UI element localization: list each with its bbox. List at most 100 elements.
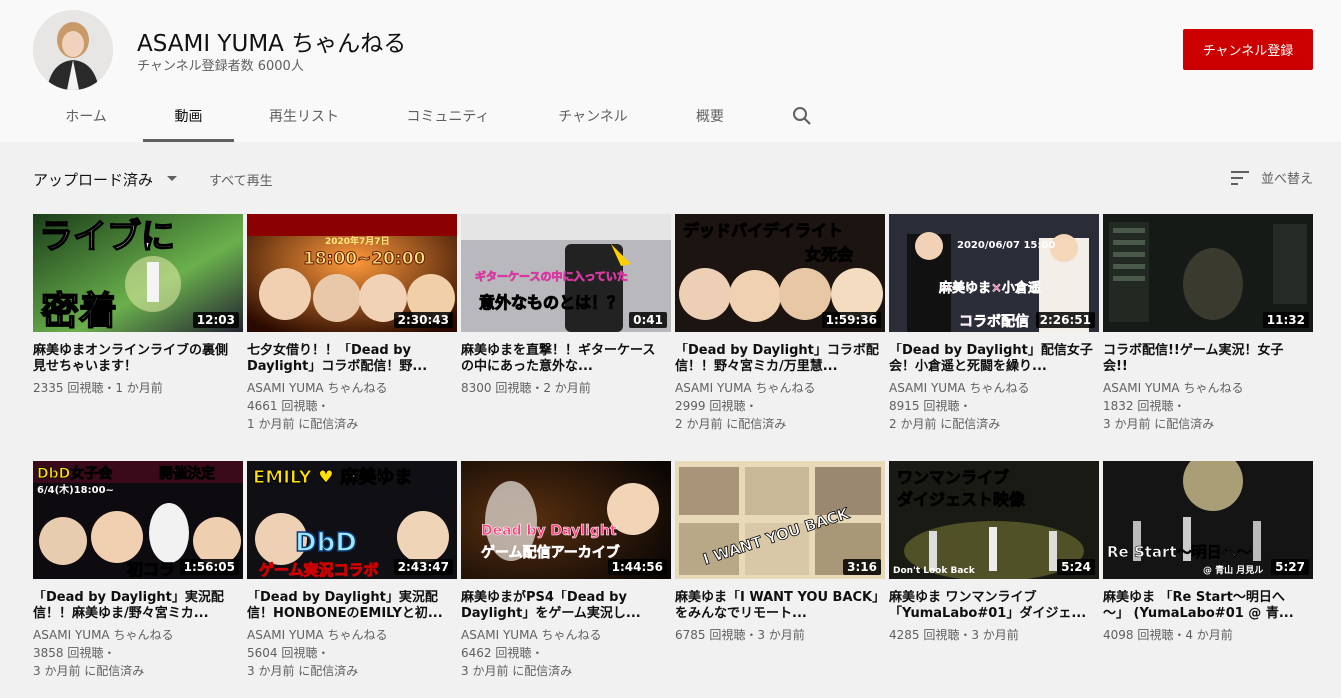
video-streamed: 3 か月前 に配信済み (247, 664, 359, 678)
video-streamed: 1 か月前 に配信済み (247, 417, 359, 431)
thumb-caption: ギターケースの中に入っていた (475, 269, 628, 283)
thumb-caption: 2020年7月7日 (325, 235, 390, 247)
video-streamed: 3 か月前 に配信済み (461, 664, 573, 678)
video-card[interactable]: ワンマンライブ ダイジェスト映像 Don't Look Back 5:24 麻美… (889, 461, 1099, 644)
video-card[interactable]: ギターケースの中に入っていた 意外なものとは！？ 0:41 麻美ゆまを直撃！！ギ… (461, 214, 671, 397)
video-card[interactable]: DbD女子会 開催決定 6/4(木)18:00~ 初コラ 1:56:05 「De… (33, 461, 243, 680)
thumb-caption: @ 青山 月見ル (1203, 564, 1263, 576)
thumb-caption: DbD女子会 (37, 465, 113, 482)
video-duration: 5:24 (1057, 559, 1095, 575)
video-title[interactable]: 麻美ゆま「I WANT YOU BACK」をみんなでリモート... (675, 590, 880, 622)
sort-button[interactable]: 並べ替え (1261, 168, 1313, 187)
video-title[interactable]: 麻美ゆま 「Re Start～明日へ～」 (YumaLabo#01 @ 青... (1103, 590, 1308, 622)
video-thumbnail[interactable]: Re Start～明日へ～ @ 青山 月見ル 5:27 (1103, 461, 1313, 579)
video-title[interactable]: 麻美ゆまがPS4「Dead by Daylight」をゲーム実況し... (461, 590, 666, 622)
video-card[interactable]: Re Start～明日へ～ @ 青山 月見ル 5:27 麻美ゆま 「Re Sta… (1103, 461, 1313, 644)
video-thumbnail[interactable]: ギターケースの中に入っていた 意外なものとは！？ 0:41 (461, 214, 671, 332)
channel-tabs: ホーム 動画 再生リスト コミュニティ チャンネル 概要 (0, 98, 900, 142)
thumb-caption: 初コラ (127, 560, 175, 579)
video-duration: 11:32 (1262, 312, 1309, 328)
thumb-caption: ゲーム実況コラボ (259, 561, 379, 579)
video-duration: 12:03 (192, 312, 239, 328)
video-title[interactable]: コラボ配信!!ゲーム実況！女子会!! (1103, 343, 1308, 375)
video-title[interactable]: 麻美ゆまを直撃！！ギターケースの中にあった意外な... (461, 343, 666, 375)
video-channel[interactable]: ASAMI YUMA ちゃんねる (247, 626, 457, 644)
video-channel[interactable]: ASAMI YUMA ちゃんねる (33, 626, 243, 644)
video-duration: 2:43:47 (393, 559, 453, 575)
video-title[interactable]: 「Dead by Daylight」実況配信！HONBONEのEMILYと初..… (247, 590, 452, 622)
search-icon[interactable] (792, 106, 812, 126)
video-card[interactable]: 2020年7月7日 18:00~20:00 2:30:43 七夕女借り！！「De… (247, 214, 457, 433)
video-duration: 0:41 (629, 312, 667, 328)
video-duration: 1:59:36 (821, 312, 881, 328)
video-thumbnail[interactable]: 11:32 (1103, 214, 1313, 332)
video-meta: 2335 回視聴・1 か月前 (33, 381, 163, 395)
thumb-caption: 2020/06/07 15:00 (957, 240, 1055, 251)
tab-playlists[interactable]: 再生リスト (252, 98, 356, 140)
video-streamed: 3 か月前 に配信済み (33, 664, 145, 678)
video-title[interactable]: 麻美ゆま ワンマンライブ「YumaLabo#01」ダイジェ... (889, 590, 1094, 622)
video-thumbnail[interactable]: Dead by Daylight ゲーム配信アーカイブ 1:44:56 (461, 461, 671, 579)
video-meta: 6785 回視聴・3 か月前 (675, 628, 805, 642)
video-channel[interactable]: ASAMI YUMA ちゃんねる (1103, 379, 1313, 397)
video-views: 5604 回視聴・ (247, 646, 330, 660)
subscribe-button[interactable]: チャンネル登録 (1183, 29, 1313, 70)
thumb-caption: 密着 (41, 289, 117, 332)
thumb-caption: 6/4(木)18:00~ (37, 483, 114, 496)
video-channel[interactable]: ASAMI YUMA ちゃんねる (675, 379, 885, 397)
video-duration: 1:56:05 (179, 559, 239, 575)
video-views: 3858 回視聴・ (33, 646, 116, 660)
channel-name: ASAMI YUMA ちゃんねる (137, 31, 407, 57)
thumb-caption: デッドバイデイライト (683, 221, 843, 240)
video-card[interactable]: ライブに 密着 12:03 麻美ゆまオンラインライブの裏側見せちゃいます！ 23… (33, 214, 243, 397)
video-channel[interactable]: ASAMI YUMA ちゃんねる (889, 379, 1099, 397)
video-title[interactable]: 「Dead by Daylight」配信女子会！小倉遥と死闘を繰り... (889, 343, 1094, 375)
video-card[interactable]: 11:32 コラボ配信!!ゲーム実況！女子会!! ASAMI YUMA ちゃんね… (1103, 214, 1313, 433)
video-thumbnail[interactable]: DbD女子会 開催決定 6/4(木)18:00~ 初コラ 1:56:05 (33, 461, 243, 579)
subscriber-count: チャンネル登録者数 6000人 (137, 59, 304, 74)
thumb-caption: 18:00~20:00 (303, 249, 426, 269)
video-title[interactable]: 「Dead by Daylight」実況配信！！麻美ゆま/野々宮ミカ... (33, 590, 238, 622)
thumb-caption: EMILY ♥ 麻美ゆま (253, 466, 412, 488)
caret-down-icon[interactable] (167, 176, 177, 181)
video-duration: 2:26:51 (1035, 312, 1095, 328)
video-title[interactable]: 麻美ゆまオンラインライブの裏側見せちゃいます！ (33, 343, 238, 375)
video-card[interactable]: Dead by Daylight ゲーム配信アーカイブ 1:44:56 麻美ゆま… (461, 461, 671, 680)
sort-icon[interactable] (1231, 169, 1251, 187)
video-views: 2999 回視聴・ (675, 399, 758, 413)
video-thumbnail[interactable]: 2020/06/07 15:00 麻美ゆま×小倉遥 コラボ配信 2:26:51 (889, 214, 1099, 332)
video-card[interactable]: デッドバイデイライト 女死会 1:59:36 「Dead by Daylight… (675, 214, 885, 433)
tab-home[interactable]: ホーム (44, 98, 128, 140)
tab-channels[interactable]: チャンネル (540, 98, 646, 140)
video-channel[interactable]: ASAMI YUMA ちゃんねる (461, 626, 671, 644)
video-card[interactable]: EMILY ♥ 麻美ゆま DbD ゲーム実況コラボ 2:43:47 「Dead … (247, 461, 457, 680)
video-channel[interactable]: ASAMI YUMA ちゃんねる (247, 379, 457, 397)
video-duration: 3:16 (843, 559, 881, 575)
tab-about[interactable]: 概要 (678, 98, 742, 140)
video-thumbnail[interactable]: 2020年7月7日 18:00~20:00 2:30:43 (247, 214, 457, 332)
video-thumbnail[interactable]: EMILY ♥ 麻美ゆま DbD ゲーム実況コラボ 2:43:47 (247, 461, 457, 579)
tab-videos[interactable]: 動画 (143, 98, 234, 142)
video-thumbnail[interactable]: I WANT YOU BACK 3:16 (675, 461, 885, 579)
videos-content: アップロード済み すべて再生 並べ替え ライブに 密着 12:03 麻美ゆまオン… (0, 142, 1341, 698)
upload-filter-dropdown[interactable]: アップロード済み (33, 169, 153, 190)
video-streamed: 2 か月前 に配信済み (889, 417, 1001, 431)
thumb-caption: ライブに (39, 217, 175, 257)
video-thumbnail[interactable]: ワンマンライブ ダイジェスト映像 Don't Look Back 5:24 (889, 461, 1099, 579)
channel-header: ASAMI YUMA ちゃんねる チャンネル登録者数 6000人 チャンネル登録… (0, 0, 1341, 142)
play-all-link[interactable]: すべて再生 (209, 170, 273, 189)
channel-avatar[interactable] (33, 10, 113, 90)
thumb-caption: Don't Look Back (893, 566, 976, 576)
video-title[interactable]: 「Dead by Daylight」コラボ配信！！野々宮ミカ/万里慧... (675, 343, 880, 375)
video-thumbnail[interactable]: デッドバイデイライト 女死会 1:59:36 (675, 214, 885, 332)
thumb-caption: 麻美ゆま×小倉遥 (938, 280, 1041, 296)
video-card[interactable]: 2020/06/07 15:00 麻美ゆま×小倉遥 コラボ配信 2:26:51 … (889, 214, 1099, 433)
tab-community[interactable]: コミュニティ (388, 98, 508, 140)
video-title[interactable]: 七夕女借り！！「Dead by Daylight」コラボ配信！野... (247, 343, 452, 375)
thumb-caption: Dead by Daylight (481, 523, 617, 539)
video-duration: 5:27 (1271, 559, 1309, 575)
video-streamed: 2 か月前 に配信済み (675, 417, 787, 431)
video-duration: 1:44:56 (607, 559, 667, 575)
video-card[interactable]: I WANT YOU BACK 3:16 麻美ゆま「I WANT YOU BAC… (675, 461, 885, 644)
video-thumbnail[interactable]: ライブに 密着 12:03 (33, 214, 243, 332)
